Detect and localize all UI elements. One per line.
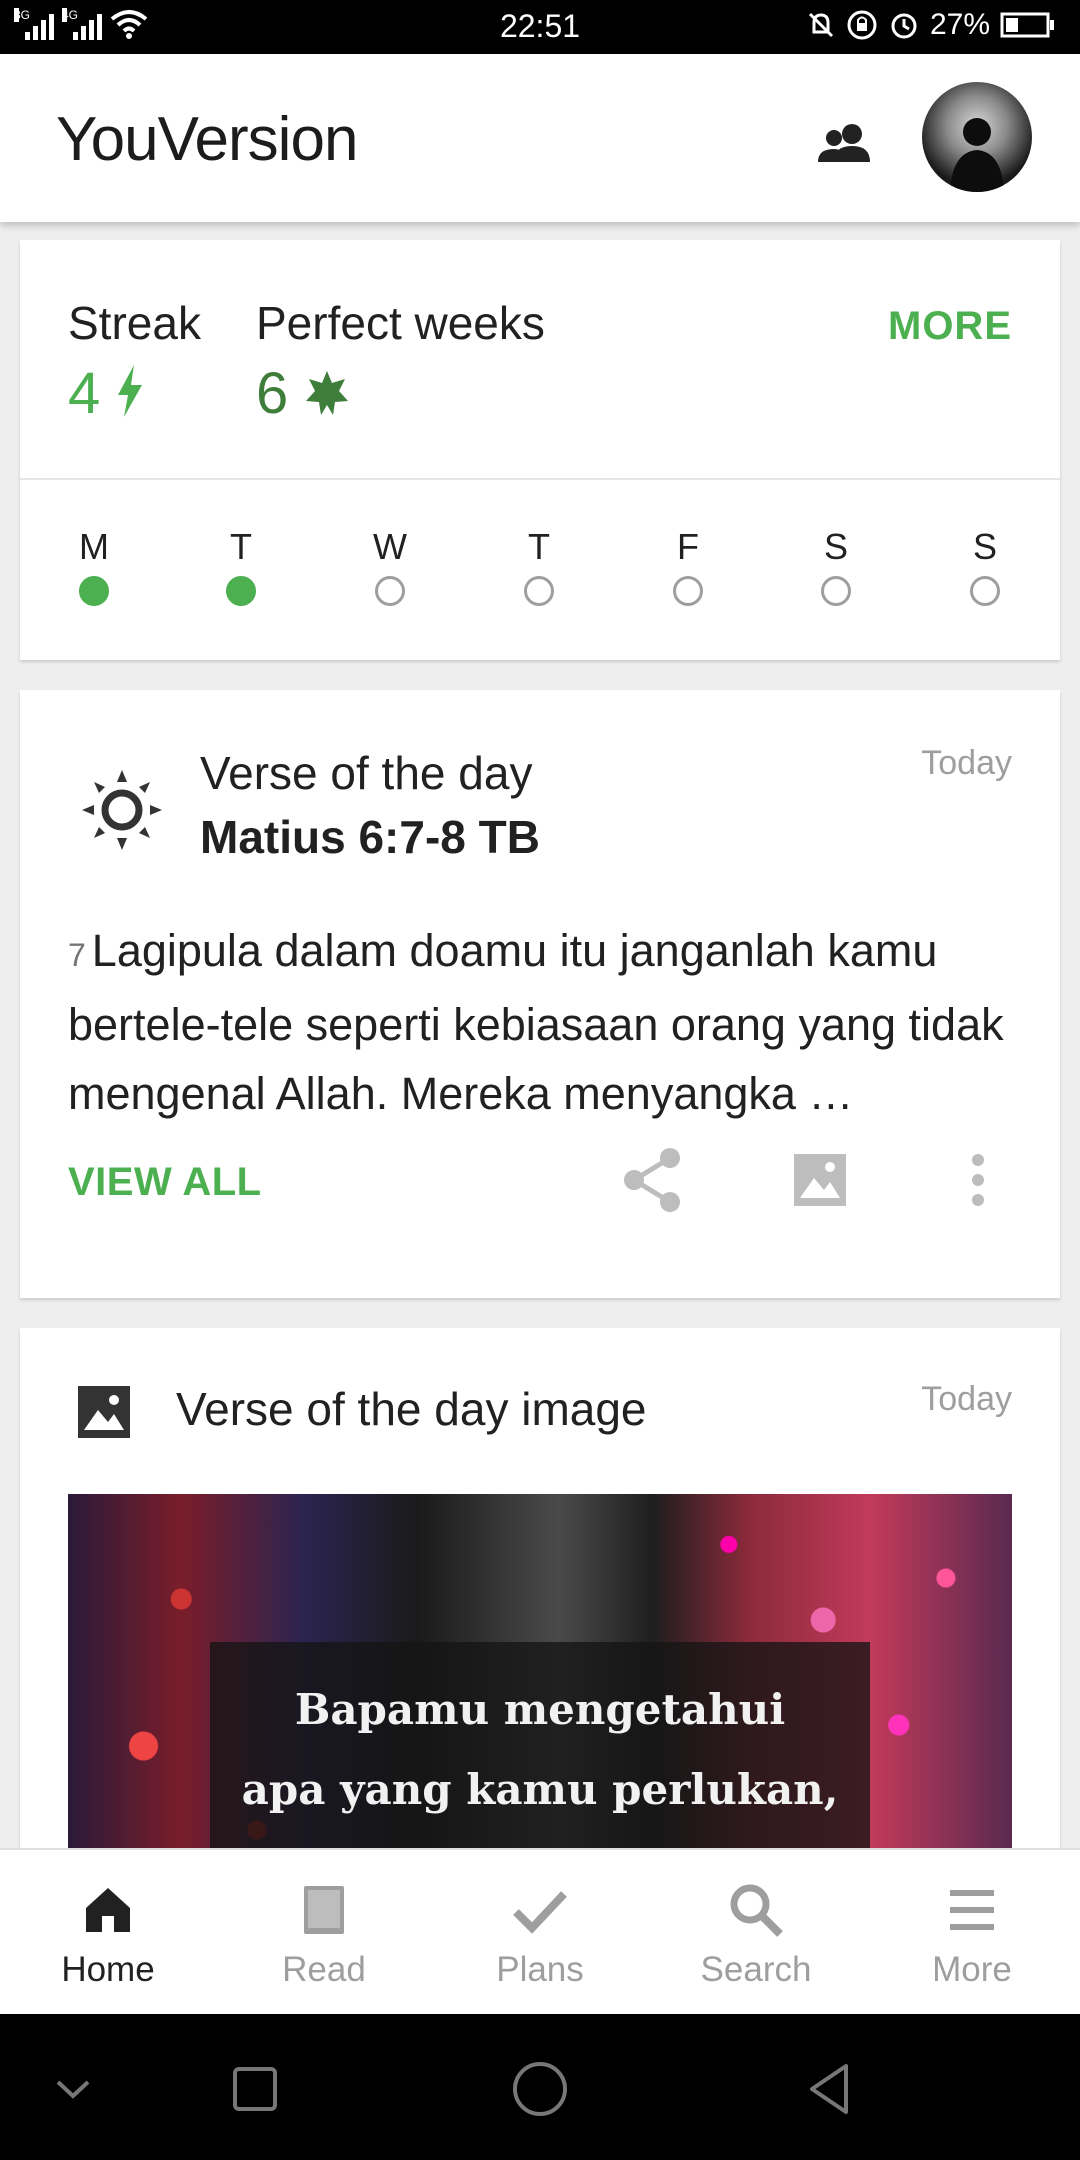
nav-more-label: More [932, 1950, 1012, 1989]
alarm-icon [891, 13, 917, 39]
bottom-navigation: Home Read Plans Search More [0, 1848, 1080, 2016]
status-bar: 3G 4G 22:51 27% [0, 0, 1080, 54]
perfect-weeks-number: 6 [256, 361, 289, 426]
verse-image[interactable]: Bapamu mengetahui apa yang kamu perlukan… [68, 1494, 1012, 1888]
verse-image-text: Bapamu mengetahui apa yang kamu perlukan… [210, 1670, 870, 1830]
day-letter: S [972, 526, 997, 567]
verse-image-card[interactable]: Verse of the day image Today Bapamu meng… [20, 1328, 1060, 1888]
day-letter: M [79, 526, 109, 567]
mute-icon [808, 12, 834, 38]
battery-icon [1000, 12, 1054, 38]
nav-read-label: Read [282, 1950, 366, 1989]
day-friday: F [648, 526, 728, 606]
image-icon[interactable] [780, 1140, 860, 1220]
check-icon [513, 1891, 567, 1934]
avatar[interactable] [922, 82, 1032, 192]
verse-image-line-2: apa yang kamu perlukan, [241, 1765, 839, 1814]
verse-text[interactable]: 7 Lagipula dalam doamu itu janganlah kamu… [68, 916, 1012, 1128]
perfect-weeks-value: 6 [256, 360, 350, 427]
nav-plans-label: Plans [496, 1950, 584, 1989]
nav-more[interactable]: More [864, 1850, 1080, 2016]
verse-number: 7 [68, 937, 86, 973]
divider [20, 478, 1060, 480]
image-icon [78, 1386, 130, 1438]
day-letter: T [230, 526, 252, 567]
day-thursday: T [499, 526, 579, 606]
nav-search-label: Search [700, 1950, 812, 1989]
day-monday: M [54, 526, 134, 606]
sun-icon [82, 770, 162, 850]
lock-rotation-icon [847, 10, 877, 40]
friends-icon[interactable] [812, 112, 876, 176]
home-circle-icon[interactable] [505, 2054, 575, 2124]
streak-value: 4 [68, 360, 144, 427]
day-incomplete-dot [821, 576, 851, 606]
day-letter: S [823, 526, 848, 567]
system-indicators: 27% [806, 8, 1056, 42]
app-logo: YouVersion [56, 105, 358, 174]
menu-icon [950, 1890, 994, 1930]
star-badge-icon [306, 371, 349, 415]
day-letter: F [677, 526, 699, 567]
verse-reference[interactable]: Matius 6:7-8 TB [200, 810, 540, 864]
image-card-date: Today [921, 1380, 1012, 1418]
day-sunday: S [945, 526, 1025, 606]
app-bar: YouVersion [0, 54, 1080, 222]
collapse-icon[interactable] [38, 2054, 108, 2124]
day-complete-dot [226, 576, 256, 606]
streak-number: 4 [68, 361, 101, 426]
streak-card: Streak 4 Perfect weeks 6 MORE M T W T F … [20, 240, 1060, 660]
battery-percent: 27% [929, 8, 990, 41]
day-tuesday: T [201, 526, 281, 606]
nav-read[interactable]: Read [216, 1850, 432, 2016]
search-icon [730, 1884, 783, 1937]
day-incomplete-dot [673, 576, 703, 606]
nav-plans[interactable]: Plans [432, 1850, 648, 2016]
verse-card-title: Verse of the day [200, 747, 533, 799]
avatar-silhouette [950, 118, 1004, 192]
system-navigation-bar [0, 2014, 1080, 2160]
verse-date: Today [921, 744, 1012, 782]
nav-search[interactable]: Search [648, 1850, 864, 2016]
more-vert-icon[interactable] [958, 1140, 1038, 1220]
nav-home-label: Home [61, 1950, 155, 1989]
day-letter: W [373, 526, 407, 567]
recents-icon[interactable] [220, 2054, 290, 2124]
view-all-button[interactable]: VIEW ALL [68, 1160, 262, 1205]
image-card-title: Verse of the day image [176, 1383, 647, 1435]
share-icon[interactable] [612, 1140, 692, 1220]
back-icon[interactable] [796, 2054, 866, 2124]
day-wednesday: W [350, 526, 430, 606]
verse-body: Lagipula dalam doamu itu janganlah kamu … [68, 925, 1004, 1119]
nav-home[interactable]: Home [0, 1850, 216, 2016]
verse-image-line-1: Bapamu mengetahui [294, 1685, 786, 1734]
day-complete-dot [79, 576, 109, 606]
bolt-icon [118, 365, 143, 417]
day-incomplete-dot [970, 576, 1000, 606]
week-days: M T W T F S S [20, 526, 1060, 646]
streak-label: Streak [68, 297, 201, 349]
day-saturday: S [796, 526, 876, 606]
day-letter: T [528, 526, 550, 567]
day-incomplete-dot [375, 576, 405, 606]
book-icon [304, 1886, 344, 1934]
more-button[interactable]: MORE [888, 304, 1012, 349]
home-icon [86, 1888, 130, 1932]
perfect-weeks-label: Perfect weeks [256, 297, 545, 349]
day-incomplete-dot [524, 576, 554, 606]
verse-of-the-day-card[interactable]: Verse of the day Matius 6:7-8 TB Today 7… [20, 690, 1060, 1298]
